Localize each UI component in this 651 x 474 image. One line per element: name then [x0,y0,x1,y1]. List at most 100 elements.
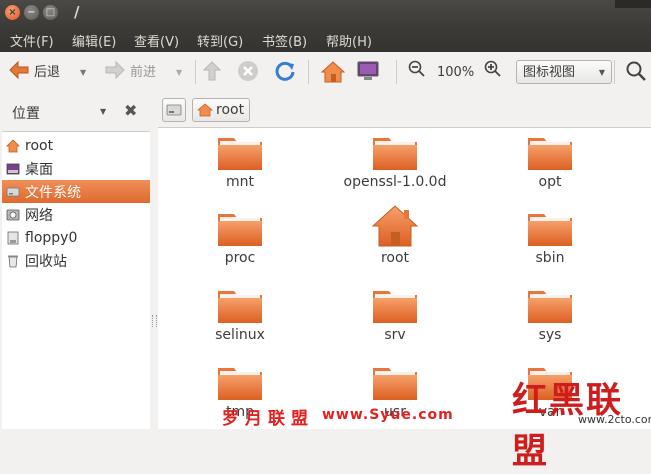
folder-icon [373,138,417,170]
file-name: sbin [535,250,565,266]
file-name: mnt [226,174,254,190]
title-bar: × − □ / [0,0,651,26]
close-window-button[interactable]: × [5,5,20,20]
view-mode-select[interactable]: 图标视图 ▼ [516,60,612,84]
home-icon [6,138,20,152]
file-name: openssl-1.0.0d [343,174,447,190]
sidebar-item-label: 桌面 [25,161,53,178]
forward-button[interactable]: 前进 [104,60,156,80]
reload-icon [275,61,295,81]
folder-icon [373,368,417,400]
desktop-icon [6,163,20,174]
pathbar-root-label: root [216,102,245,118]
menu-edit[interactable]: 编辑(E) [72,31,116,50]
file-item-root[interactable]: root [335,204,455,278]
chevron-down-icon: ▼ [598,68,605,77]
network-icon [6,209,20,220]
up-button[interactable] [202,60,222,82]
pathbar-toggle-button[interactable] [162,98,186,122]
back-history-dropdown[interactable]: ▼ [80,68,86,77]
sidebar-header: 位置 [12,106,40,122]
menu-help[interactable]: 帮助(H) [326,31,372,50]
file-item-sbin[interactable]: sbin [490,208,610,282]
sidebar-item-label: floppy0 [25,229,78,246]
file-item-selinux[interactable]: selinux [180,285,300,359]
back-button[interactable]: 后退 [8,60,60,80]
sidebar-mode-dropdown[interactable]: ▼ [100,107,106,116]
back-arrow-icon [9,60,29,80]
up-arrow-icon [202,61,222,81]
file-item-opt[interactable]: opt [490,132,610,206]
home-icon [320,61,346,83]
folder-icon [528,138,572,170]
menu-view[interactable]: 查看(V) [134,31,179,50]
file-name: opt [538,174,562,190]
zoom-out-icon [408,60,425,77]
sidebar-item-trash[interactable]: 回收站 [2,249,150,272]
sidebar-item-label: 网络 [25,207,53,224]
sidebar-item-desktop[interactable]: 桌面 [2,157,150,180]
maximize-window-button[interactable]: □ [43,5,58,20]
sidebar-item-filesystem[interactable]: 文件系统 [2,180,150,203]
computer-icon [357,61,379,80]
computer-button[interactable] [356,60,380,82]
folder-icon [528,214,572,246]
splitter-grip [152,315,157,327]
stop-button[interactable] [237,60,259,82]
zoom-in-button[interactable] [484,60,502,78]
file-name: sys [538,327,562,343]
file-item-sys[interactable]: sys [490,285,610,359]
watermark-logo-url: www.2cto.com [578,413,651,426]
panel-corner [615,0,651,8]
home-button[interactable] [320,60,346,84]
toolbar-separator [308,60,309,84]
sidebar-item-label: 文件系统 [25,184,81,201]
home-icon [197,103,213,117]
floppy-icon [7,231,19,244]
toolbar-separator [396,60,397,84]
menu-file[interactable]: 文件(F) [10,31,54,50]
folder-icon [373,291,417,323]
zoom-level: 100% [437,65,475,80]
file-name: root [380,250,410,266]
menu-bar: 文件(F) 编辑(E) 查看(V) 转到(G) 书签(B) 帮助(H) [0,26,651,52]
file-item-openssl[interactable]: openssl-1.0.0d [335,132,455,206]
toolbar-separator [195,60,196,84]
trash-icon [8,255,18,267]
home-folder-icon [371,205,419,247]
search-button[interactable] [625,60,647,82]
file-name: selinux [215,327,265,343]
sidebar-item-label: root [25,137,54,154]
file-item-mnt[interactable]: mnt [180,132,300,206]
places-list: root 桌面 文件系统 网络 floppy0 回收站 [2,131,150,429]
sidebar-item-floppy[interactable]: floppy0 [2,226,150,249]
zoom-in-icon [484,60,501,77]
watermark-url: www.Syue.com [322,407,454,423]
file-item-srv[interactable]: srv [335,285,455,359]
zoom-out-button[interactable] [408,60,426,78]
back-label: 后退 [34,64,61,80]
toolbar-separator [614,60,615,84]
file-item-proc[interactable]: proc [180,208,300,282]
minimize-window-button[interactable]: − [24,5,39,20]
menu-bookmarks[interactable]: 书签(B) [262,31,307,50]
window-title: / [74,3,80,21]
reload-button[interactable] [274,60,296,82]
watermark-text: 罗月联盟 [222,409,314,429]
menu-go[interactable]: 转到(G) [197,31,243,50]
pathbar-root-button[interactable]: root [192,98,250,122]
sidebar: 位置 ▼ ✖ root 桌面 文件系统 网络 floppy0 回收站 [0,93,150,429]
folder-icon [528,291,572,323]
folder-icon [218,368,262,400]
pane-splitter[interactable] [150,93,158,428]
search-icon [626,61,646,81]
folder-icon [218,138,262,170]
forward-arrow-icon [105,60,125,80]
drive-icon [166,104,182,116]
sidebar-item-root[interactable]: root [2,134,150,157]
stop-icon [238,61,258,81]
close-sidebar-icon[interactable]: ✖ [124,101,137,120]
forward-history-dropdown[interactable]: ▼ [176,68,182,77]
sidebar-item-label: 回收站 [25,253,67,270]
sidebar-item-network[interactable]: 网络 [2,203,150,226]
